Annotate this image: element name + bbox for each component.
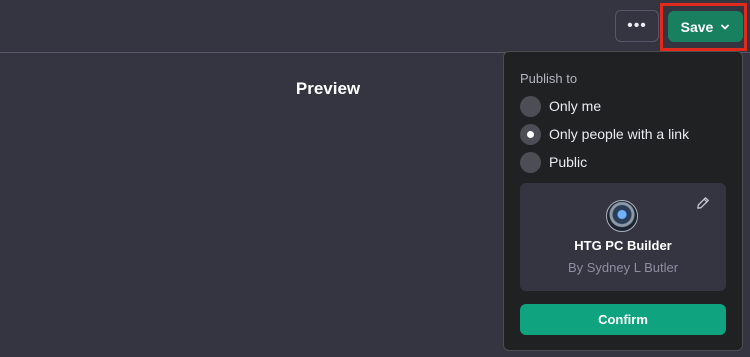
- radio-public[interactable]: Public: [520, 151, 587, 173]
- avatar: [606, 200, 638, 232]
- radio-button[interactable]: [520, 151, 541, 173]
- pencil-icon[interactable]: [696, 196, 710, 210]
- radio-button-selected[interactable]: [520, 123, 541, 145]
- radio-button[interactable]: [520, 95, 541, 117]
- gpt-card: HTG PC Builder By Sydney L Butler: [520, 183, 726, 291]
- radio-label: Public: [549, 154, 588, 170]
- radio-only-me[interactable]: Only me: [520, 95, 601, 117]
- confirm-button[interactable]: Confirm: [520, 304, 726, 335]
- radio-label: Only me: [549, 98, 602, 114]
- radio-only-people-with-link[interactable]: Only people with a link: [520, 123, 689, 145]
- gpt-name: HTG PC Builder: [574, 238, 672, 253]
- chevron-down-icon: [721, 24, 730, 29]
- more-options-button[interactable]: •••: [615, 10, 659, 42]
- publish-to-heading: Publish to: [520, 71, 578, 86]
- save-button[interactable]: Save: [668, 11, 743, 42]
- publish-dropdown: Publish to Only me Only people with a li…: [503, 51, 743, 351]
- save-button-label: Save: [680, 18, 714, 35]
- ellipsis-icon: •••: [627, 17, 647, 34]
- radio-label: Only people with a link: [549, 126, 690, 142]
- gpt-author: By Sydney L Butler: [567, 260, 679, 275]
- top-bar: ••• Save: [0, 0, 750, 53]
- preview-title: Preview: [295, 79, 361, 98]
